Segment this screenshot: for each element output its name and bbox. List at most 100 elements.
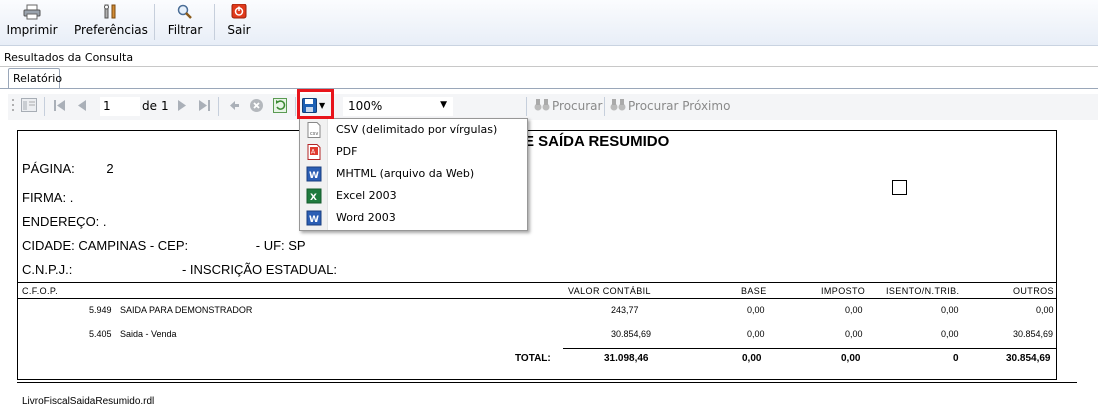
col-valor-contabil: VALOR CONTÁBIL [568,286,651,296]
row-base: 0,00 [747,305,765,315]
pdf-file-icon: A [307,144,321,160]
cnpj-field: C.N.P.J.: - INSCRIÇÃO ESTADUAL: [22,262,337,277]
endereco-label: ENDEREÇO: [22,214,100,229]
binoculars-next-icon [610,99,626,111]
tab-relatorio[interactable]: Relatório [8,68,62,89]
zoom-value: 100% [348,99,383,113]
total-line [563,348,1057,349]
word-file-icon: W [306,210,322,226]
results-section-label: Resultados da Consulta [4,51,134,64]
total-outros: 30.854,69 [1006,353,1051,364]
svg-text:W: W [309,215,319,225]
row-description: SAIDA PARA DEMONSTRADOR [120,305,253,315]
report-viewer-toolbar: 1 de 1 ▼ 100% ▼ Procurar Procurar Próxim… [8,94,1098,120]
report-checkbox [892,180,907,195]
filter-label: Filtrar [167,23,203,37]
first-page-icon[interactable] [53,98,67,113]
table-top-line [17,282,1057,283]
menu-item-pdf[interactable]: A PDF [300,141,527,163]
header-line [17,298,1057,299]
row-outros: 0,00 [1036,305,1054,315]
find-label: Procurar [552,99,603,113]
svg-text:W: W [309,171,319,181]
row-base: 0,00 [747,329,765,339]
menu-item-label: Word 2003 [336,211,396,224]
last-page-icon[interactable] [197,98,211,113]
total-base: 0,00 [742,353,762,364]
report-title: E SAÍDA RESUMIDO [524,133,670,150]
toolbar-divider [154,4,155,40]
row-isento: 0,00 [941,329,959,339]
endereco-value: . [102,214,107,229]
print-label: Imprimir [6,23,58,37]
toolbar-divider [214,4,215,40]
tab-divider [0,88,1098,89]
filter-button[interactable]: Filtrar [166,4,204,42]
cnpj-label: C.N.P.J.: [22,262,73,277]
stop-icon[interactable] [249,98,264,113]
previous-page-icon[interactable] [76,98,88,113]
row-valor: 30.854,69 [611,329,652,339]
col-isento: ISENTO/N.TRIB. [886,286,960,296]
page-total: 1 [161,99,169,113]
row-outros: 30.854,69 [1013,329,1054,339]
uf-text: - UF: SP [255,238,306,253]
menu-item-excel[interactable]: X Excel 2003 [300,185,527,207]
page-field: PÁGINA: 2 [22,161,114,176]
exit-label: Sair [227,23,251,37]
page-of-label: de [142,99,157,113]
cidade-text: CIDADE: CAMPINAS - CEP: [22,238,189,253]
row-cfop: 5.949 [89,305,112,315]
find-next-button[interactable]: Procurar Próximo [610,98,730,115]
menu-item-csv[interactable]: csv CSV (delimitado por vírgulas) [300,119,527,141]
print-button[interactable]: Imprimir [6,4,58,42]
find-button[interactable]: Procurar [534,98,602,115]
csv-file-icon: csv [307,122,321,138]
row-imposto: 0,00 [845,305,863,315]
grip-icon [12,99,14,111]
row-cfop: 5.405 [89,329,112,339]
refresh-icon[interactable] [273,98,288,113]
firma-value: . [69,190,74,205]
find-next-label: Procurar Próximo [628,99,731,113]
menu-item-label: MHTML (arquivo da Web) [336,167,475,180]
preferences-label: Preferências [74,23,148,37]
menu-item-label: PDF [336,145,358,158]
menu-item-word[interactable]: W Word 2003 [300,207,527,229]
col-base: BASE [741,286,767,296]
page-number-input[interactable]: 1 [100,97,140,116]
toolbar-divider [44,97,45,116]
col-cfop: C.F.O.P. [22,286,59,296]
toolbar-divider [218,97,219,116]
next-page-icon[interactable] [176,98,188,113]
menu-item-label: CSV (delimitado por vírgulas) [336,123,498,136]
magnifier-icon [177,4,192,19]
footer-line [17,382,1077,383]
divider [0,66,1098,67]
row-valor: 243,77 [611,305,639,315]
exit-button[interactable]: Sair [224,4,254,42]
power-icon [231,4,247,19]
back-icon[interactable] [227,98,241,113]
chevron-down-icon: ▼ [440,100,447,110]
row-imposto: 0,00 [845,329,863,339]
menu-item-mhtml[interactable]: W MHTML (arquivo da Web) [300,163,527,185]
total-label: TOTAL: [515,353,551,364]
col-imposto: IMPOSTO [821,286,866,296]
report-page [17,130,1057,380]
page-label: PÁGINA: [22,161,75,176]
page-value: 2 [106,161,114,176]
export-menu: csv CSV (delimitado por vírgulas) A PDF … [299,118,528,231]
svg-text:csv: csv [310,131,318,137]
word-file-icon: W [306,166,322,182]
export-button-highlight [297,89,334,119]
firma-label: FIRMA: [22,190,67,205]
total-isento: 0 [953,353,959,364]
zoom-select[interactable]: 100% ▼ [343,97,453,116]
tools-icon [104,4,116,19]
firma-field: FIRMA: . [22,190,73,205]
row-description: Saida - Venda [120,329,177,339]
preferences-button[interactable]: Preferências [74,4,148,42]
excel-file-icon: X [306,188,322,204]
document-map-icon[interactable] [21,98,37,113]
